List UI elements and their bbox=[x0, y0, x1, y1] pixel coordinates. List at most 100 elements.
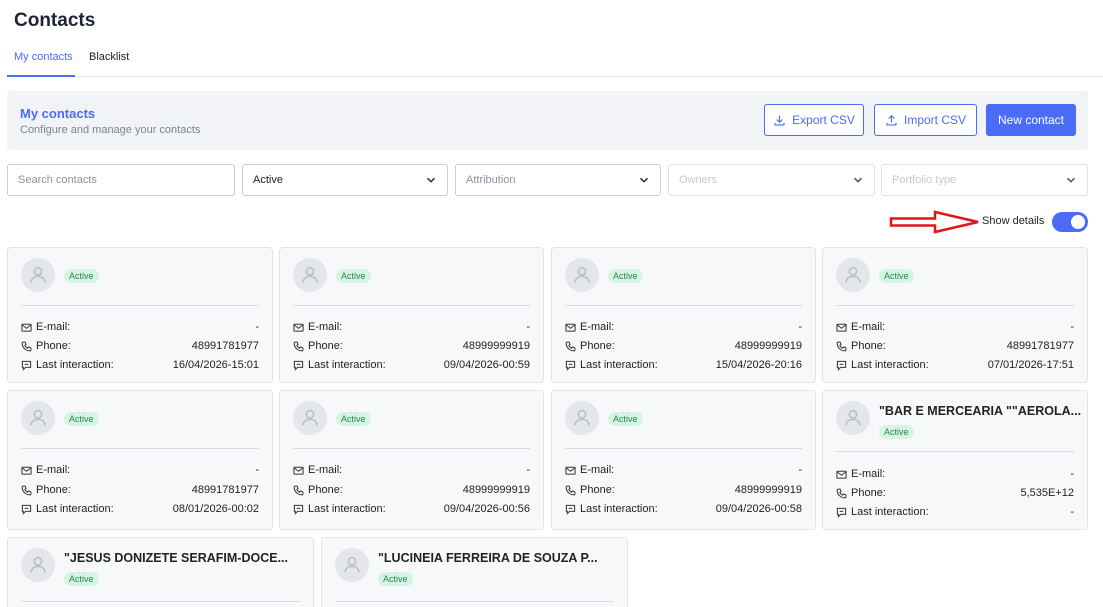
annotation-arrow-icon bbox=[889, 210, 979, 234]
tab-my-contacts[interactable]: My contacts bbox=[14, 51, 73, 63]
user-icon bbox=[574, 266, 590, 283]
phone-value: 48999999919 bbox=[462, 484, 530, 496]
card-divider bbox=[293, 448, 530, 449]
mail-icon bbox=[293, 323, 304, 332]
avatar bbox=[335, 548, 369, 582]
contact-card[interactable]: "LUCINEIA FERREIRA DE SOUZA P... Active bbox=[321, 537, 628, 607]
attribution-select[interactable]: Attribution bbox=[455, 164, 661, 196]
avatar bbox=[293, 258, 327, 292]
email-value: - bbox=[526, 321, 530, 333]
status-badge: Active bbox=[879, 269, 914, 283]
last-interaction-label: Last interaction: bbox=[580, 359, 658, 371]
upload-icon bbox=[886, 114, 897, 126]
user-icon bbox=[302, 266, 318, 283]
card-divider bbox=[836, 451, 1074, 452]
phone-value: 48991781977 bbox=[191, 340, 259, 352]
portfolio-type-select[interactable]: Portfolio type bbox=[881, 164, 1088, 196]
last-interaction-row: Last interaction: bbox=[565, 503, 658, 515]
email-value: - bbox=[1070, 321, 1074, 333]
last-interaction-value: 08/01/2026-00:02 bbox=[172, 503, 259, 515]
email-value: - bbox=[526, 464, 530, 476]
phone-value: 48999999919 bbox=[462, 340, 530, 352]
card-divider bbox=[21, 601, 300, 602]
card-divider bbox=[293, 305, 530, 306]
chevron-down-icon bbox=[1066, 177, 1076, 183]
last-interaction-label: Last interaction: bbox=[308, 359, 386, 371]
status-badge: Active bbox=[608, 269, 643, 283]
email-label: E-mail: bbox=[308, 321, 343, 333]
phone-icon bbox=[293, 341, 304, 351]
status-select[interactable]: Active bbox=[242, 164, 448, 196]
avatar bbox=[21, 548, 55, 582]
phone-row: Phone: bbox=[565, 484, 615, 496]
chat-icon bbox=[21, 504, 32, 515]
export-csv-button[interactable]: Export CSV bbox=[764, 104, 864, 136]
import-csv-button[interactable]: Import CSV bbox=[874, 104, 977, 136]
contact-card[interactable]: Active E-mail: - Phone: 48999999919 Last… bbox=[279, 390, 544, 530]
avatar bbox=[565, 258, 599, 292]
show-details-toggle[interactable] bbox=[1052, 212, 1088, 232]
contact-card[interactable]: Active E-mail: - Phone: 48999999919 Last… bbox=[551, 247, 816, 383]
phone-row: Phone: bbox=[836, 487, 886, 499]
last-interaction-label: Last interaction: bbox=[580, 503, 658, 515]
email-value: - bbox=[798, 464, 802, 476]
email-label: E-mail: bbox=[851, 321, 886, 333]
section-subtitle: Configure and manage your contacts bbox=[20, 124, 201, 136]
chat-icon bbox=[293, 504, 304, 515]
user-icon bbox=[30, 409, 46, 426]
last-interaction-value: 09/04/2026-00:58 bbox=[715, 503, 802, 515]
mail-icon bbox=[21, 323, 32, 332]
tab-bar: My contacts Blacklist bbox=[7, 40, 1103, 77]
avatar bbox=[565, 401, 599, 435]
last-interaction-row: Last interaction: bbox=[836, 506, 929, 518]
user-icon bbox=[845, 409, 861, 426]
tab-blacklist[interactable]: Blacklist bbox=[89, 51, 129, 63]
search-placeholder: Search contacts bbox=[18, 174, 97, 186]
email-row: E-mail: bbox=[565, 464, 614, 476]
contact-card[interactable]: "BAR E MERCEARIA ""AEROLA... Active E-ma… bbox=[822, 390, 1088, 530]
email-row: E-mail: bbox=[836, 468, 885, 480]
phone-icon bbox=[21, 485, 32, 495]
email-label: E-mail: bbox=[851, 468, 886, 480]
chevron-down-icon bbox=[853, 177, 863, 183]
owners-select[interactable]: Owners bbox=[668, 164, 875, 196]
active-tab-underline bbox=[7, 75, 75, 77]
section-title: My contacts bbox=[20, 106, 96, 121]
show-details-label: Show details bbox=[982, 215, 1045, 227]
mail-icon bbox=[293, 466, 304, 475]
last-interaction-label: Last interaction: bbox=[851, 359, 929, 371]
contact-card[interactable]: Active E-mail: - Phone: 48991781977 Last… bbox=[7, 390, 273, 530]
email-row: E-mail: bbox=[293, 321, 342, 333]
contact-name: "BAR E MERCEARIA ""AEROLA... bbox=[879, 404, 1082, 418]
phone-value: 5,535E+12 bbox=[1020, 487, 1074, 499]
phone-label: Phone: bbox=[308, 484, 343, 496]
contact-card[interactable]: "JESUS DONIZETE SERAFIM-DOCE... Active bbox=[7, 537, 314, 607]
last-interaction-value: 09/04/2026-00:56 bbox=[443, 503, 530, 515]
status-badge: Active bbox=[378, 572, 413, 586]
chat-icon bbox=[565, 504, 576, 515]
status-badge: Active bbox=[336, 412, 371, 426]
phone-row: Phone: bbox=[565, 340, 615, 352]
new-contact-button[interactable]: New contact bbox=[986, 104, 1076, 136]
contact-card[interactable]: Active E-mail: - Phone: 48991781977 Last… bbox=[822, 247, 1088, 383]
contact-card[interactable]: Active E-mail: - Phone: 48999999919 Last… bbox=[551, 390, 816, 530]
phone-row: Phone: bbox=[293, 484, 343, 496]
last-interaction-row: Last interaction: bbox=[293, 503, 386, 515]
avatar bbox=[836, 401, 870, 435]
chat-icon bbox=[293, 360, 304, 371]
phone-icon bbox=[293, 485, 304, 495]
card-divider bbox=[21, 305, 259, 306]
card-divider bbox=[21, 448, 259, 449]
search-input[interactable]: Search contacts bbox=[7, 164, 235, 196]
mail-icon bbox=[565, 323, 576, 332]
mail-icon bbox=[21, 466, 32, 475]
header-panel: My contacts Configure and manage your co… bbox=[7, 91, 1088, 150]
contact-card[interactable]: Active E-mail: - Phone: 48991781977 Last… bbox=[7, 247, 273, 383]
page-title: Contacts bbox=[14, 10, 96, 31]
contact-card[interactable]: Active E-mail: - Phone: 48999999919 Last… bbox=[279, 247, 544, 383]
last-interaction-row: Last interaction: bbox=[21, 359, 114, 371]
user-icon bbox=[574, 409, 590, 426]
card-divider bbox=[565, 305, 802, 306]
mail-icon bbox=[836, 323, 847, 332]
phone-icon bbox=[836, 488, 847, 498]
